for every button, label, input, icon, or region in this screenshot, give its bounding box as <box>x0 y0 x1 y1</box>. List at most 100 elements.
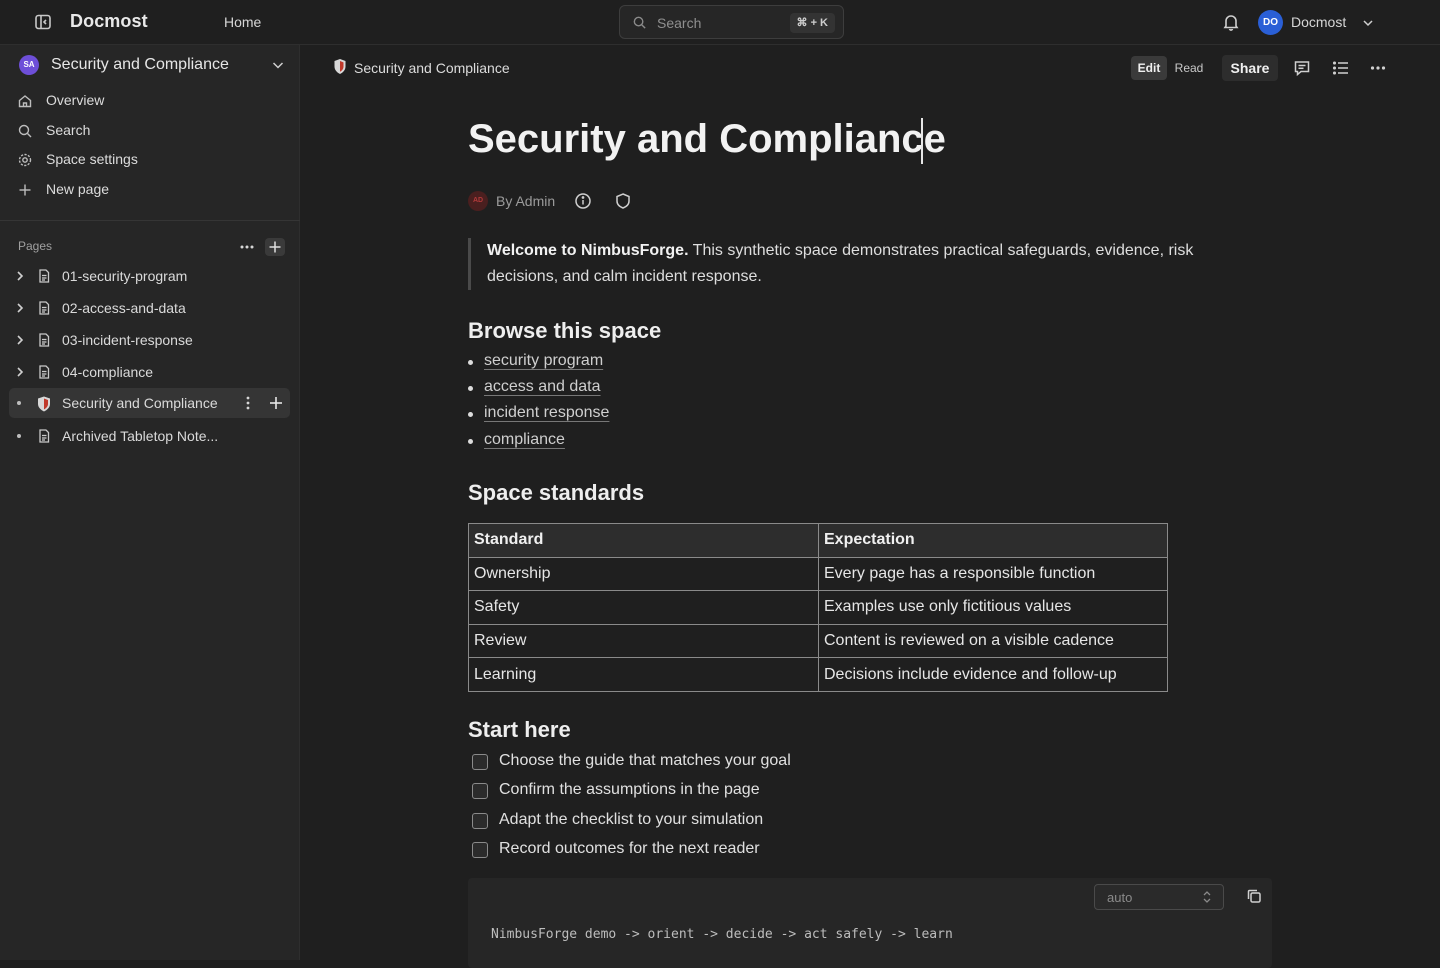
space-name: Security and Compliance <box>51 56 229 73</box>
table-row: Ownership Every page has a responsible f… <box>468 556 1168 592</box>
sidebar-item-new-page[interactable]: New page <box>0 176 300 204</box>
code-language-select[interactable]: auto <box>1094 884 1224 910</box>
plus-icon <box>17 182 33 198</box>
sidebar-item-overview[interactable]: Overview <box>0 87 300 115</box>
user-avatar[interactable]: DO <box>1258 10 1283 35</box>
chevron-right-icon[interactable] <box>13 269 27 283</box>
table-of-contents-icon[interactable] <box>1332 59 1350 77</box>
task-checkbox[interactable] <box>472 842 488 858</box>
sidebar: SA Security and Compliance Overview Sear… <box>0 45 300 960</box>
copy-icon[interactable] <box>1245 887 1263 905</box>
home-icon <box>17 93 33 109</box>
bullet-dot <box>468 439 473 444</box>
table-header-row: Standard Expectation <box>468 523 1168 558</box>
quote-bold: Welcome to NimbusForge. <box>487 242 689 259</box>
sidebar-item-label: Search <box>46 122 91 138</box>
chevron-right-icon[interactable] <box>13 301 27 315</box>
code-content[interactable]: NimbusForge demo -> orient -> decide -> … <box>491 927 953 942</box>
task-label[interactable]: Choose the guide that matches your goal <box>499 752 791 770</box>
table-cell[interactable]: Content is reviewed on a visible cadence <box>818 623 1168 659</box>
page-tree-item[interactable]: Archived Tabletop Note... <box>9 421 290 451</box>
page-title[interactable]: Security and Compliance <box>468 117 946 162</box>
pages-more-button[interactable] <box>236 238 258 256</box>
top-bar: Docmost Home Search ⌘ + K DO Docmost <box>0 0 1440 45</box>
bell-icon[interactable] <box>1221 12 1241 32</box>
table-header-cell[interactable]: Standard <box>468 523 819 558</box>
table-cell[interactable]: Every page has a responsible function <box>818 556 1168 592</box>
space-avatar: SA <box>19 55 39 75</box>
start-here-heading[interactable]: Start here <box>468 717 571 743</box>
table-cell[interactable]: Safety <box>468 590 819 625</box>
table-cell[interactable]: Learning <box>468 657 819 692</box>
chevron-right-icon[interactable] <box>13 365 27 379</box>
shield-icon[interactable] <box>614 192 632 210</box>
search-shortcut-badge: ⌘ + K <box>789 13 835 33</box>
chevron-right-icon[interactable] <box>13 333 27 347</box>
page-tree-label: 02-access-and-data <box>62 300 186 316</box>
chevron-up-down-icon <box>1201 890 1213 904</box>
edit-mode-button[interactable]: Edit <box>1131 56 1167 80</box>
edit-read-toggle: Edit Read <box>1131 56 1211 80</box>
chevron-down-icon[interactable] <box>1360 15 1376 31</box>
add-subpage-icon[interactable] <box>267 394 285 412</box>
author-avatar: AD <box>468 191 488 211</box>
page-tree-label: 03-incident-response <box>62 332 193 348</box>
page-tree-item[interactable]: 01-security-program <box>9 261 290 291</box>
document-icon <box>36 364 52 380</box>
table-header-cell[interactable]: Expectation <box>818 523 1168 558</box>
sidebar-divider <box>0 220 300 221</box>
bullet-dot <box>468 360 473 365</box>
table-row: Learning Decisions include evidence and … <box>468 657 1168 692</box>
link-security-program[interactable]: security program <box>484 352 603 370</box>
browse-heading[interactable]: Browse this space <box>468 318 661 344</box>
table-cell[interactable]: Decisions include evidence and follow-up <box>818 657 1168 692</box>
standards-heading[interactable]: Space standards <box>468 480 644 506</box>
table-row: Safety Examples use only fictitious valu… <box>468 590 1168 625</box>
task-checkbox[interactable] <box>472 754 488 770</box>
task-label[interactable]: Adapt the checklist to your simulation <box>499 811 763 829</box>
comment-icon[interactable] <box>1293 59 1311 77</box>
page-tree-item[interactable]: 02-access-and-data <box>9 293 290 323</box>
chevron-down-icon <box>270 57 286 73</box>
read-mode-button[interactable]: Read <box>1171 56 1207 80</box>
user-menu-name[interactable]: Docmost <box>1291 14 1346 30</box>
home-link[interactable]: Home <box>224 14 261 30</box>
standards-table[interactable]: Standard Expectation Ownership Every pag… <box>468 523 1168 692</box>
task-label[interactable]: Confirm the assumptions in the page <box>499 781 760 799</box>
page-tree-item[interactable]: 04-compliance <box>9 357 290 387</box>
task-label[interactable]: Record outcomes for the next reader <box>499 840 760 858</box>
page-tree-item[interactable]: 03-incident-response <box>9 325 290 355</box>
sidebar-item-search[interactable]: Search <box>0 117 300 145</box>
sidebar-item-label: Space settings <box>46 151 138 167</box>
task-checkbox[interactable] <box>472 813 488 829</box>
search-placeholder: Search <box>657 15 702 31</box>
sidebar-toggle-icon[interactable] <box>33 12 53 32</box>
bullet-dot <box>468 386 473 391</box>
table-cell[interactable]: Review <box>468 623 819 659</box>
space-switcher[interactable]: SA Security and Compliance <box>0 45 300 87</box>
table-cell[interactable]: Ownership <box>468 556 819 592</box>
sidebar-item-label: New page <box>46 181 110 197</box>
share-button[interactable]: Share <box>1222 55 1278 81</box>
search-input[interactable]: Search ⌘ + K <box>619 5 844 39</box>
link-incident-response[interactable]: incident response <box>484 404 609 422</box>
sidebar-item-label: Overview <box>46 92 105 108</box>
table-cell[interactable]: Examples use only fictitious values <box>818 590 1168 625</box>
welcome-blockquote[interactable]: Welcome to NimbusForge. This synthetic s… <box>468 238 1228 290</box>
page-tree-item-active[interactable]: Security and Compliance <box>9 388 290 418</box>
pages-section-label: Pages <box>18 239 53 253</box>
link-compliance[interactable]: compliance <box>484 431 565 449</box>
bullet-dot <box>468 412 473 417</box>
more-options-icon[interactable] <box>1369 59 1387 77</box>
shield-emoji-icon <box>333 58 347 76</box>
kebab-menu-icon[interactable] <box>240 394 256 412</box>
info-icon[interactable] <box>574 192 592 210</box>
add-page-button[interactable] <box>265 238 285 256</box>
task-checkbox[interactable] <box>472 783 488 799</box>
code-block[interactable]: auto NimbusForge demo -> orient -> decid… <box>468 878 1272 968</box>
search-icon <box>17 123 33 139</box>
sidebar-item-space-settings[interactable]: Space settings <box>0 146 300 174</box>
link-access-and-data[interactable]: access and data <box>484 378 601 396</box>
app-brand[interactable]: Docmost <box>70 11 148 32</box>
page-tree-label: 04-compliance <box>62 364 154 380</box>
